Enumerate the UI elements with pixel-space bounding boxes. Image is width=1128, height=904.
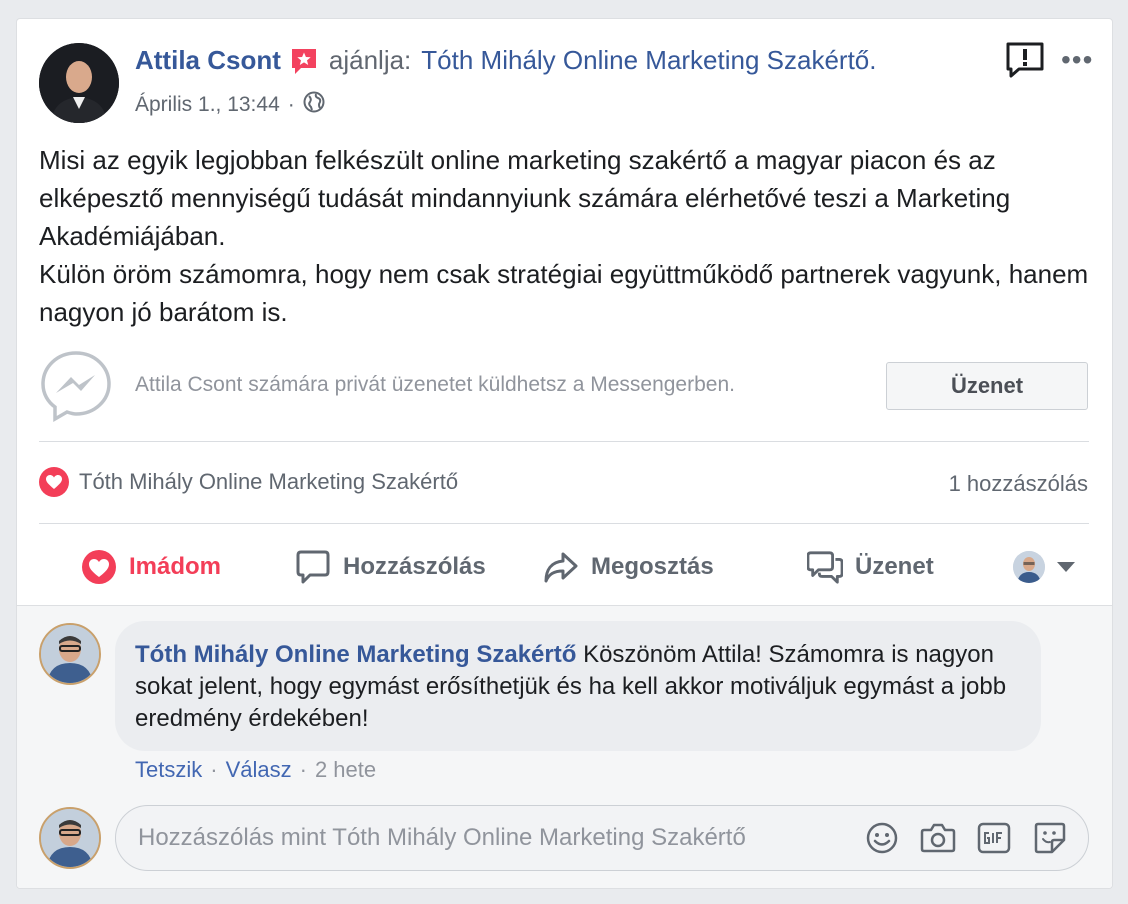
message-action-label: Üzenet: [855, 553, 934, 580]
commenter-avatar[interactable]: [39, 623, 101, 685]
post-paragraph: Külön öröm számomra, hogy nem csak strat…: [39, 259, 1096, 327]
globe-icon: [303, 91, 325, 119]
share-button[interactable]: Megosztás: [543, 547, 714, 587]
messenger-icon: [39, 349, 113, 423]
emoji-icon[interactable]: [864, 820, 900, 856]
reaction-summary[interactable]: Tóth Mihály Online Marketing Szakértő: [39, 467, 458, 497]
messenger-prompt: Attila Csont számára privát üzenetet kül…: [135, 373, 735, 396]
message-action-button[interactable]: Üzenet: [807, 547, 934, 587]
message-button[interactable]: Üzenet: [886, 362, 1088, 410]
author-name[interactable]: Attila Csont: [135, 45, 281, 76]
meta-separator: ·: [299, 757, 307, 782]
sticker-icon[interactable]: [1032, 820, 1068, 856]
camera-icon[interactable]: [920, 820, 956, 856]
heart-icon: [81, 549, 117, 585]
recommended-page-link[interactable]: Tóth Mihály Online Marketing Szakértő.: [421, 45, 876, 76]
report-icon[interactable]: [1005, 41, 1045, 79]
comment-icon: [295, 549, 331, 585]
comment-author[interactable]: Tóth Mihály Online Marketing Szakértő: [135, 641, 576, 668]
messages-icon: [807, 549, 843, 585]
post-card: Attila Csont ajánlja: Tóth Mihály Online…: [16, 18, 1113, 889]
comment-bubble: Tóth Mihály Online Marketing Szakértő Kö…: [115, 621, 1041, 751]
divider: [39, 523, 1089, 524]
love-button[interactable]: Imádom: [81, 547, 221, 587]
comment-count[interactable]: 1 hozzászólás: [949, 471, 1088, 497]
post-timestamp[interactable]: Április 1., 13:44: [135, 93, 280, 117]
love-reaction-icon: [39, 467, 69, 497]
divider: [39, 441, 1089, 442]
post-body: Misi az egyik legjobban felkészült onlin…: [39, 141, 1089, 331]
comment-time[interactable]: 2 hete: [315, 757, 376, 783]
reactor-name[interactable]: Tóth Mihály Online Marketing Szakértő: [79, 469, 458, 495]
meta-separator: ·: [210, 757, 218, 782]
recommendation-icon: [289, 46, 319, 76]
gif-icon[interactable]: [976, 820, 1012, 856]
reply-avatar: [39, 807, 101, 869]
page-avatar: [1013, 551, 1045, 583]
post-meta: Április 1., 13:44 ·: [135, 91, 325, 119]
input-tools: [844, 820, 1068, 856]
share-icon: [543, 549, 579, 585]
more-options-icon[interactable]: •••: [1061, 46, 1093, 74]
post-header: Attila Csont ajánlja: Tóth Mihály Online…: [135, 45, 877, 76]
post-paragraph: Misi az egyik legjobban felkészült onlin…: [39, 145, 1016, 251]
author-avatar[interactable]: [39, 43, 119, 123]
share-label: Megosztás: [591, 553, 714, 580]
comment-label: Hozzászólás: [343, 553, 486, 580]
meta-separator: ·: [287, 93, 295, 116]
comment-actions: Tetszik · Válasz · 2 hete: [135, 757, 376, 783]
chevron-down-icon: [1057, 562, 1075, 572]
reply-box: [115, 805, 1089, 871]
comment-input[interactable]: [138, 824, 838, 852]
comment-button[interactable]: Hozzászólás: [295, 547, 486, 587]
love-label: Imádom: [129, 553, 222, 580]
comment-like-link[interactable]: Tetszik: [135, 757, 202, 783]
comment-reply-link[interactable]: Válasz: [226, 757, 292, 783]
recommend-verb: ajánlja:: [328, 45, 412, 75]
post-as-selector[interactable]: [1013, 547, 1075, 587]
